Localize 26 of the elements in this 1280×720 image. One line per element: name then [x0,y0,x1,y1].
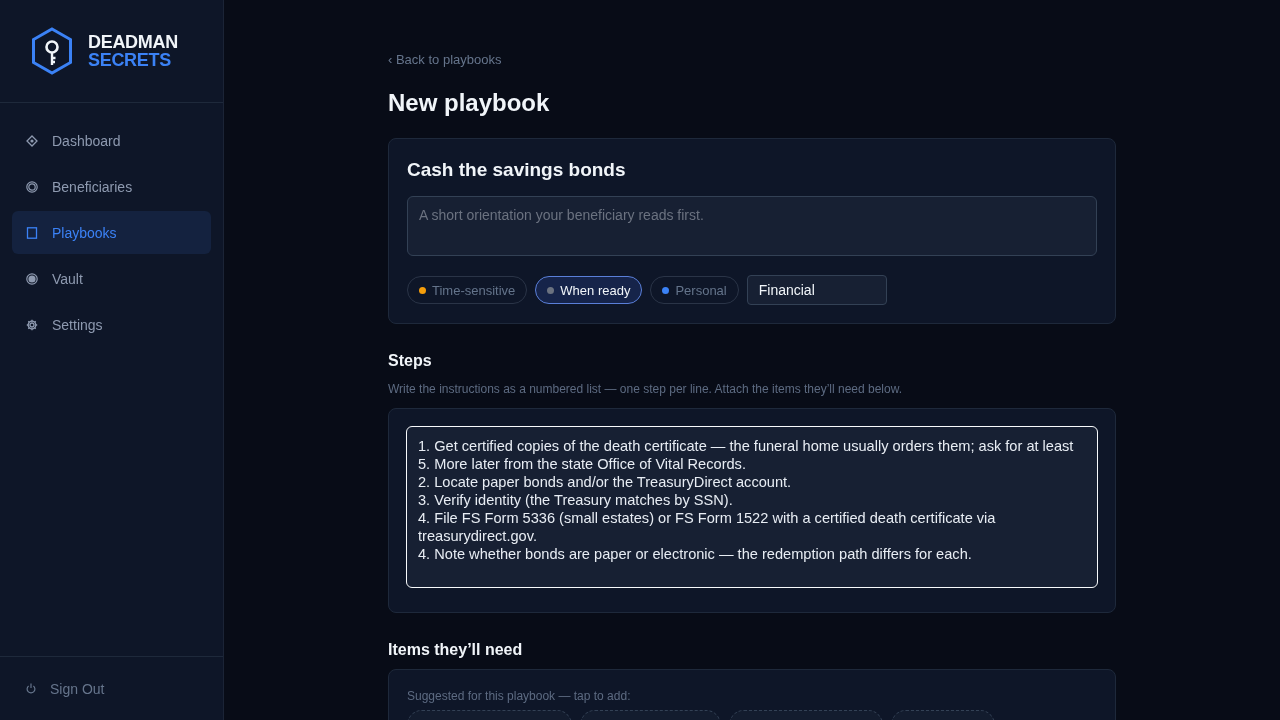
suggestion-hint: Suggested for this playbook — tap to add: [407,688,631,704]
section-heading: Items they’ll need [388,640,523,660]
filled-circle-icon [26,272,38,285]
logo-icon [31,27,73,75]
logo-text: DEADMAN [88,33,178,51]
sign-out-link[interactable]: Sign Out [26,680,105,697]
settings-icon [26,318,38,331]
nav-item[interactable]: Vault [12,257,211,300]
nav-item[interactable]: Playbooks [12,211,211,254]
summary-field[interactable]: A short orientation your beneficiary reads first. [407,196,1097,256]
nav-item[interactable]: Settings [12,303,211,346]
category-field[interactable]: Financial [746,275,887,305]
logo-text: SECRETS [88,51,172,69]
section-heading: Steps [388,351,432,371]
section-hint: Write the instructions as a numbered list — one step per line. Attach the items they’ll need below. [388,381,903,397]
rectangle-icon [26,226,38,239]
page-title: New playbook [388,88,550,118]
diamond-icon [26,134,38,147]
playbook-title: Cash the savings bonds [407,158,626,182]
urgency-chip[interactable]: When ready [535,276,643,304]
power-icon [26,683,36,694]
double-circle-icon [26,180,38,193]
steps-field[interactable]: 1. Get certified copies of the death certificate — the funeral home usually orders them; ask for at least 5. More later from the state Office of Vital Records. 2. Locate paper bonds and/or the TreasuryDirect account. 3. Verify identity (the Treasury matches by SSN). 4. File FS Form 5336 (small estates) or FS Form 1522 with a certified death certificate via treasurydirect.gov. 4. Note whether bonds are paper or electronic — the redemption path differs for each. [406,426,1098,588]
back-link[interactable]: ‹ Back to playbooks [388,52,502,68]
nav-item[interactable]: Beneficiaries [12,165,211,208]
nav-item[interactable]: Dashboard [12,119,211,162]
